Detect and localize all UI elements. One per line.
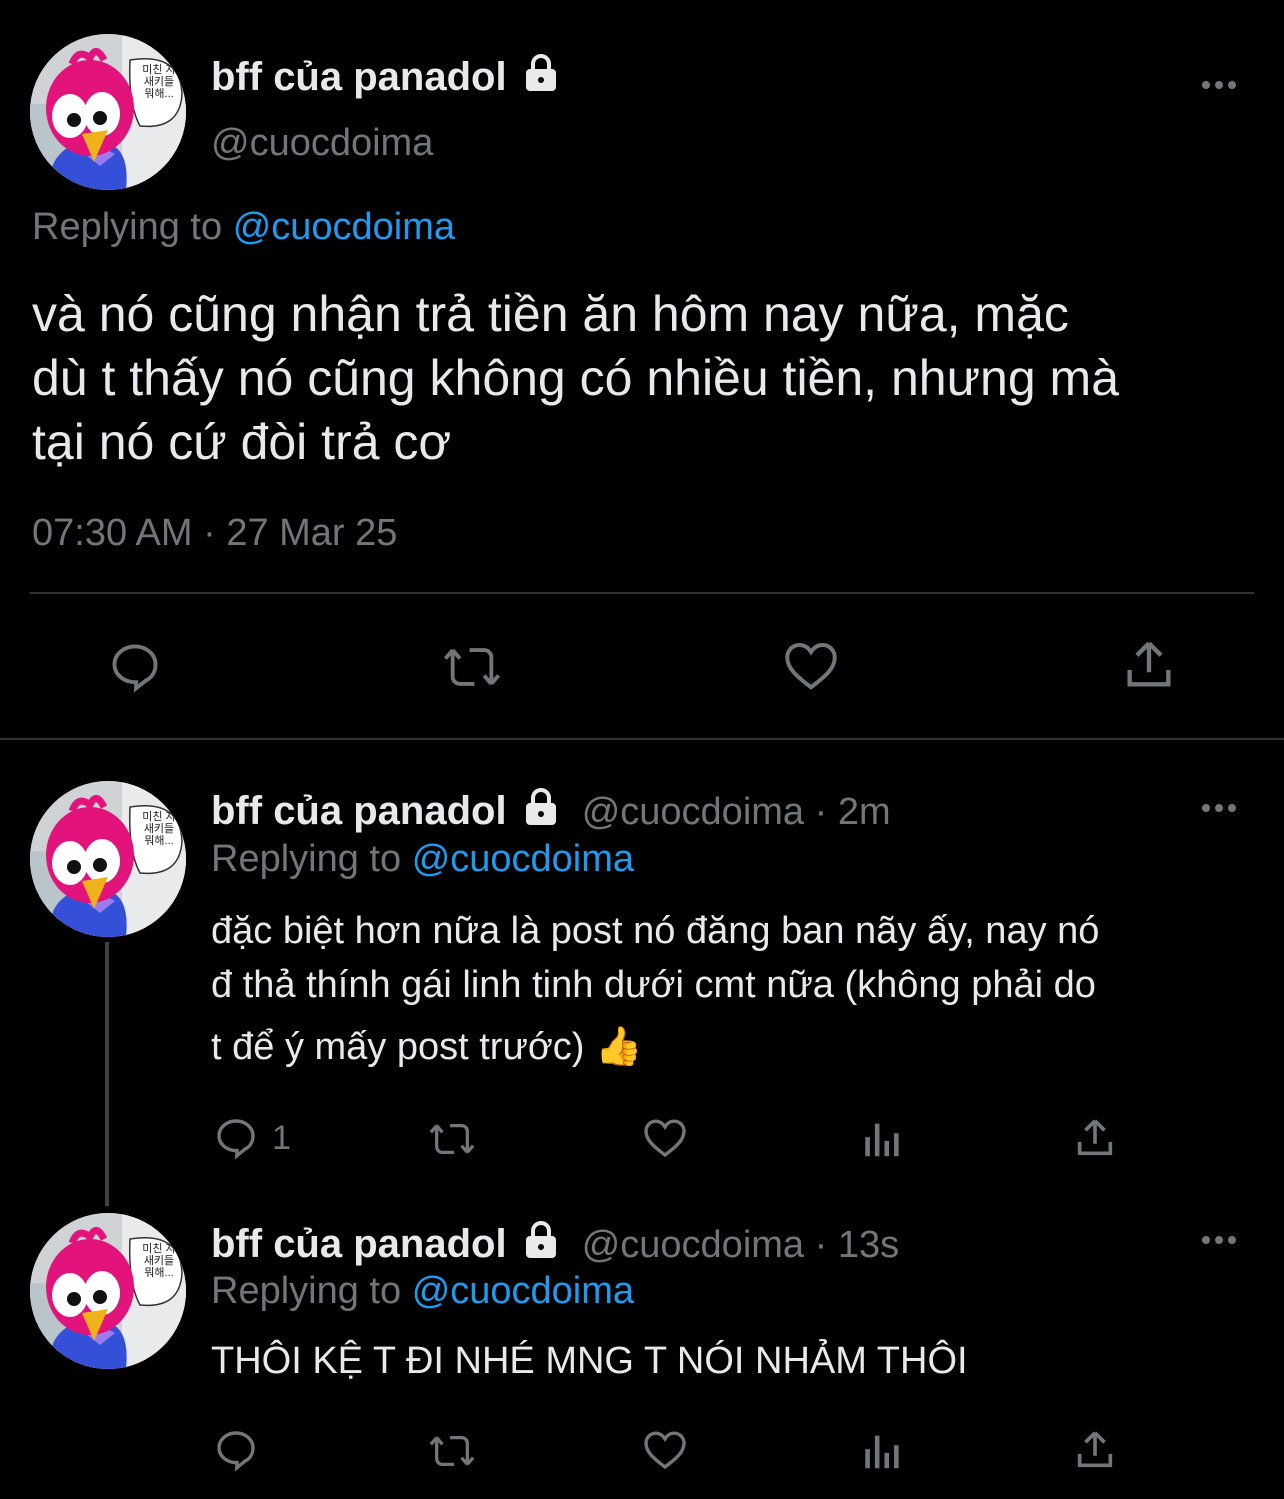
replying-handle-link[interactable]: @cuocdoima <box>412 1270 634 1312</box>
heart-icon <box>785 642 837 690</box>
reply-header: bff của panadol @cuocdoima · 2m <box>211 786 891 837</box>
share-button[interactable] <box>1120 636 1178 694</box>
section-divider <box>0 738 1284 740</box>
reply-header: bff của panadol @cuocdoima · 13s <box>211 1219 899 1270</box>
avatar[interactable]: 미친 자 새키들 뭐해... <box>30 781 186 937</box>
avatar-caption: 미친 자 새키들 뭐해... <box>142 811 176 847</box>
reply-icon <box>217 1431 255 1472</box>
views-button[interactable] <box>858 1428 904 1474</box>
reply-text: đặc biệt hơn nữa là post nó đăng ban nãy… <box>211 910 1100 1068</box>
retweet-button[interactable] <box>424 1428 480 1474</box>
share-button[interactable] <box>1072 1114 1118 1162</box>
retweet-icon <box>443 648 501 686</box>
timestamp[interactable]: 07:30 AM · 27 Mar 25 <box>32 510 397 556</box>
lock-icon <box>521 786 561 837</box>
avatar-caption: 미친 자 새키들 뭐해... <box>142 64 176 100</box>
handle-time[interactable]: @cuocdoima · 13s <box>582 1224 899 1266</box>
reply-icon <box>217 1119 255 1160</box>
divider <box>30 592 1254 594</box>
reply-text: THÔI KỆ T ĐI NHÉ MNG T NÓI NHẢM THÔI <box>211 1340 968 1382</box>
thread-line <box>105 942 109 1206</box>
handle-time[interactable]: @cuocdoima · 2m <box>582 791 891 833</box>
display-name[interactable]: bff của panadol <box>211 52 561 103</box>
replying-handle-link[interactable]: @cuocdoima <box>412 838 634 880</box>
display-name[interactable]: bff của panadol <box>211 1222 507 1266</box>
retweet-icon <box>429 1435 475 1467</box>
avatar-image <box>30 1213 186 1369</box>
replying-to: Replying to @cuocdoima <box>211 838 635 880</box>
share-icon <box>1077 1119 1113 1156</box>
more-icon[interactable] <box>1202 81 1236 89</box>
replying-to: Replying to @cuocdoima <box>32 206 456 248</box>
more-icon[interactable] <box>1202 1236 1236 1244</box>
reply-icon <box>112 644 158 693</box>
replying-handle-link[interactable]: @cuocdoima <box>233 206 455 248</box>
share-icon <box>1127 641 1171 687</box>
more-icon[interactable] <box>1202 804 1236 812</box>
retweet-button[interactable] <box>440 638 504 696</box>
share-button[interactable] <box>1072 1426 1118 1474</box>
heart-icon <box>644 1431 686 1470</box>
tweet-text: và nó cũng nhận trả tiền ăn hôm nay nữa,… <box>32 286 1120 470</box>
lock-icon <box>521 52 561 103</box>
display-name[interactable]: bff của panadol <box>211 789 507 833</box>
retweet-button[interactable] <box>424 1116 480 1162</box>
like-button[interactable] <box>780 636 842 696</box>
heart-icon <box>644 1119 686 1158</box>
avatar-image <box>30 781 186 937</box>
retweet-icon <box>429 1123 475 1155</box>
analytics-icon <box>865 1123 899 1157</box>
like-button[interactable] <box>640 1114 690 1162</box>
replying-to: Replying to @cuocdoima <box>211 1270 635 1312</box>
analytics-icon <box>865 1435 899 1469</box>
like-button[interactable] <box>640 1426 690 1474</box>
handle[interactable]: @cuocdoima <box>211 120 433 166</box>
lock-icon <box>521 1219 561 1270</box>
avatar[interactable]: 미친 자 새키들 뭐해... <box>30 34 186 190</box>
avatar[interactable]: 미친 자 새키들 뭐해... <box>30 1213 186 1369</box>
reply-button[interactable]: 1 <box>212 1114 291 1162</box>
reply-button[interactable] <box>212 1426 260 1474</box>
reply-count: 1 <box>272 1118 291 1157</box>
avatar-caption: 미친 자 새키들 뭐해... <box>142 1243 176 1279</box>
avatar-image <box>30 34 186 190</box>
reply-button[interactable] <box>106 638 164 696</box>
views-button[interactable] <box>858 1116 904 1162</box>
share-icon <box>1077 1431 1113 1468</box>
